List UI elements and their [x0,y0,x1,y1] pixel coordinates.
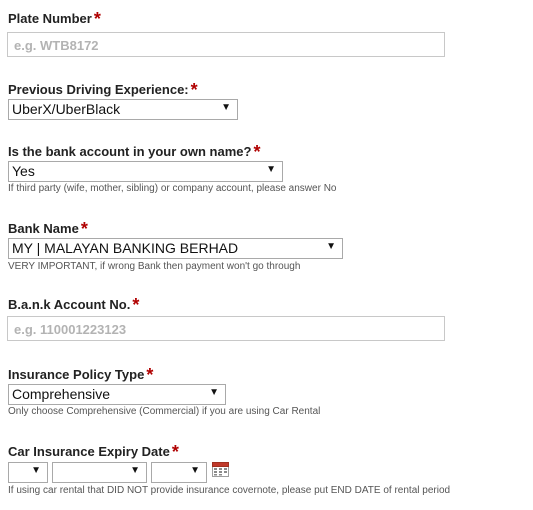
chevron-down-icon: ▼ [31,465,41,476]
expiry-date-help: If using car rental that DID NOT provide… [8,485,451,496]
calendar-icon[interactable] [212,461,229,477]
chevron-down-icon: ▼ [209,387,219,398]
chevron-down-icon: ▼ [326,241,336,252]
account-number-placeholder: e.g. 110001223123 [14,322,127,337]
expiry-date-label-text: Car Insurance Expiry Date [8,444,170,459]
expiry-month-select[interactable]: ▼ [52,462,147,483]
plate-number-input[interactable]: e.g. WTB8172 [7,32,445,57]
expiry-day-select[interactable]: ▼ [8,462,48,483]
driving-experience-select[interactable]: UberX/UberBlack ▼ [8,99,238,120]
plate-number-placeholder: e.g. WTB8172 [14,38,99,53]
bank-name-select[interactable]: MY | MALAYAN BANKING BERHAD ▼ [8,238,343,259]
plate-number-label: Plate Number * [8,9,101,29]
insurance-type-label-text: Insurance Policy Type [8,367,145,382]
required-mark: * [132,295,140,315]
bank-name-help: VERY IMPORTANT, if wrong Bank then payme… [8,261,301,272]
required-mark: * [93,9,101,29]
bank-own-name-label-text: Is the bank account in your own name? [8,144,252,159]
account-number-label: B.a.n.k Account No. * [8,295,140,315]
insurance-type-help: Only choose Comprehensive (Commercial) i… [8,406,321,417]
insurance-type-label: Insurance Policy Type * [8,365,154,385]
account-number-input[interactable]: e.g. 110001223123 [7,316,445,341]
bank-own-name-label: Is the bank account in your own name? * [8,142,261,162]
expiry-date-label: Car Insurance Expiry Date * [8,442,179,462]
required-mark: * [80,219,88,239]
expiry-year-select[interactable]: ▼ [151,462,207,483]
chevron-down-icon: ▼ [130,465,140,476]
required-mark: * [253,142,261,162]
account-number-label-text: B.a.n.k Account No. [8,297,131,312]
required-mark: * [190,80,198,100]
required-mark: * [146,365,154,385]
insurance-type-value: Comprehensive [12,386,111,402]
driving-experience-label: Previous Driving Experience: * [8,80,198,100]
bank-own-name-select[interactable]: Yes ▼ [8,161,283,182]
plate-number-label-text: Plate Number [8,11,92,26]
bank-name-label-text: Bank Name [8,221,79,236]
bank-name-label: Bank Name * [8,219,88,239]
driving-experience-label-text: Previous Driving Experience: [8,82,189,97]
chevron-down-icon: ▼ [266,164,276,175]
bank-own-name-value: Yes [12,163,35,179]
driving-experience-value: UberX/UberBlack [12,101,121,117]
required-mark: * [171,442,179,462]
bank-own-name-help: If third party (wife, mother, sibling) o… [8,183,337,194]
chevron-down-icon: ▼ [190,465,200,476]
chevron-down-icon: ▼ [221,102,231,113]
insurance-type-select[interactable]: Comprehensive ▼ [8,384,226,405]
bank-name-value: MY | MALAYAN BANKING BERHAD [12,240,239,256]
